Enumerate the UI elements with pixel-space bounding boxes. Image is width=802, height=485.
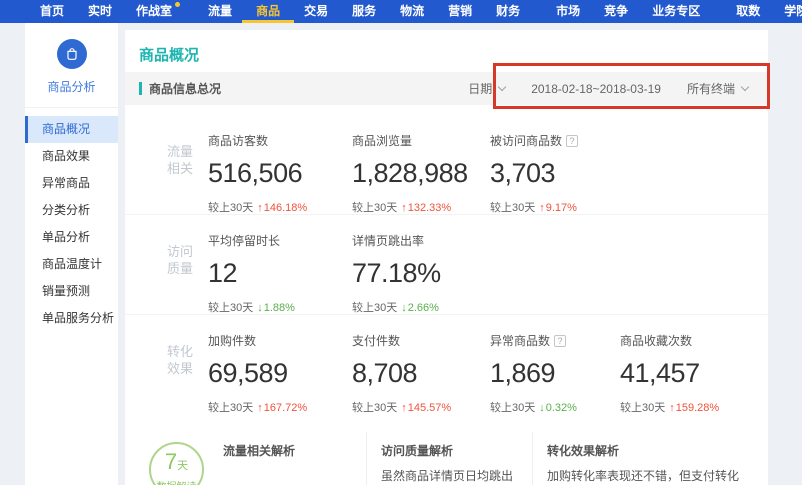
- date-range-picker[interactable]: 2018-02-18~2018-03-19: [531, 82, 661, 96]
- terminal-label: 所有终端: [687, 80, 735, 97]
- insights-section: 7天 数据解读 流量相关解析 访问质量解析 虽然商品详情页日均跳出率比同行平均好…: [125, 432, 768, 485]
- nav-item-finance[interactable]: 财务: [484, 0, 532, 23]
- down-arrow-icon: ↓: [401, 302, 407, 314]
- insight-visit-quality: 访问质量解析 虽然商品详情页日均跳出率比同行平均好，但平均停留时间低于同行平均，…: [366, 432, 532, 485]
- nav-item-war-room[interactable]: 作战室: [124, 0, 184, 23]
- active-tab-underline: [242, 20, 294, 23]
- nav-item-traffic[interactable]: 流量: [196, 0, 244, 23]
- nav-item-product[interactable]: 商品: [244, 0, 292, 23]
- sidebar-item-abnormal-products[interactable]: 异常商品: [25, 170, 118, 197]
- up-arrow-icon: ↑: [539, 202, 545, 214]
- metric-value: 1,828,988: [352, 158, 477, 189]
- metric-value: 3,703: [490, 158, 607, 189]
- section-tick-marker: [139, 82, 142, 95]
- sidebar-item-product-effect[interactable]: 商品效果: [25, 143, 118, 170]
- section-title: 商品信息总况: [149, 80, 221, 97]
- insight-title: 访问质量解析: [381, 442, 520, 459]
- metric-value: 1,869: [490, 358, 607, 389]
- sidebar-section-title: 商品分析: [25, 78, 118, 95]
- top-nav: 首页 实时 作战室 流量 商品 交易 服务 物流 营销 财务 市场 竞争 业务专…: [0, 0, 802, 23]
- insight-title: 转化效果解析: [547, 442, 742, 459]
- sidebar-menu: 商品概况 商品效果 异常商品 分类分析 单品分析 商品温度计 销量预测 单品服务…: [25, 116, 118, 332]
- nav-item-academy[interactable]: 学院: [772, 0, 802, 23]
- shopping-bag-icon: [57, 39, 87, 69]
- metric-value: 12: [208, 258, 339, 289]
- nav-item-realtime[interactable]: 实时: [76, 0, 124, 23]
- metric-value: 69,589: [208, 358, 339, 389]
- chevron-down-icon: [498, 83, 506, 91]
- nav-item-marketing[interactable]: 营销: [436, 0, 484, 23]
- metric-abnormal-products: 异常商品数? 1,869 较上30天↓0.32%: [490, 315, 607, 420]
- metric-detail-bounce-rate: 详情页跳出率 77.18% 较上30天↓2.66%: [352, 215, 477, 314]
- metric-product-visitors: 商品访客数 516,506 较上30天↑146.18%: [208, 115, 339, 214]
- page-title: 商品概况: [125, 30, 768, 72]
- section-header-bar: 商品信息总况 日期 2018-02-18~2018-03-19 所有终端: [125, 72, 768, 105]
- metric-row-conversion: 转化效果 加购件数 69,589 较上30天↑167.72% 支付件数 8,70…: [125, 315, 768, 420]
- terminal-dropdown[interactable]: 所有终端: [687, 80, 748, 97]
- metric-value: 8,708: [352, 358, 477, 389]
- chevron-down-icon: [741, 83, 749, 91]
- sidebar-item-single-product-analysis[interactable]: 单品分析: [25, 224, 118, 251]
- metric-value: 516,506: [208, 158, 339, 189]
- nav-item-trade[interactable]: 交易: [292, 0, 340, 23]
- nav-item-label: 商品: [256, 4, 280, 18]
- insight-conversion: 转化效果解析 加购转化率表现还不错，但支付转化率低于同行平均，赶快到异常商品并结…: [532, 432, 754, 485]
- insight-traffic: 流量相关解析: [209, 432, 366, 485]
- insight-title: 流量相关解析: [223, 442, 354, 459]
- sidebar-item-sales-forecast[interactable]: 销量预测: [25, 278, 118, 305]
- metric-value: 41,457: [620, 358, 755, 389]
- nav-item-data-fetch[interactable]: 取数: [724, 0, 772, 23]
- date-type-dropdown[interactable]: 日期: [468, 80, 505, 97]
- down-arrow-icon: ↓: [257, 302, 263, 314]
- metric-cart-adds: 加购件数 69,589 较上30天↑167.72%: [208, 315, 339, 420]
- up-arrow-icon: ↑: [257, 402, 263, 414]
- sidebar-item-product-service-analysis[interactable]: 单品服务分析: [25, 305, 118, 332]
- help-icon[interactable]: ?: [554, 335, 566, 347]
- up-arrow-icon: ↑: [401, 402, 407, 414]
- metric-rows: 流量相关 商品访客数 516,506 较上30天↑146.18% 商品浏览量 1…: [125, 115, 768, 420]
- filter-group: 日期 2018-02-18~2018-03-19 所有终端: [468, 80, 748, 97]
- main-content: 商品概况 商品信息总况 日期 2018-02-18~2018-03-19 所有终…: [125, 30, 768, 485]
- sidebar-item-product-overview[interactable]: 商品概况: [25, 116, 118, 143]
- down-arrow-icon: ↓: [539, 402, 545, 414]
- nav-item-logistics[interactable]: 物流: [388, 0, 436, 23]
- metric-value: 77.18%: [352, 258, 477, 289]
- metric-row-visit-quality: 访问质量 平均停留时长 12 较上30天↓1.88% 详情页跳出率 77.18%…: [125, 215, 768, 315]
- group-label: 转化效果: [165, 343, 195, 420]
- metric-row-traffic: 流量相关 商品访客数 516,506 较上30天↑146.18% 商品浏览量 1…: [125, 115, 768, 215]
- group-label: 流量相关: [165, 143, 195, 214]
- seven-day-badge: 7天 数据解读: [149, 442, 204, 485]
- insight-body: 虽然商品详情页日均跳出率比同行平均好，但平均停留时间低于同行平均，请关注页面搭建…: [381, 468, 520, 485]
- sidebar: 商品分析 商品概况 商品效果 异常商品 分类分析 单品分析 商品温度计 销量预测…: [25, 23, 118, 485]
- metric-paid-items: 支付件数 8,708 较上30天↑145.57%: [352, 315, 477, 420]
- help-icon[interactable]: ?: [566, 135, 578, 147]
- sidebar-header: 商品分析: [25, 23, 118, 108]
- up-arrow-icon: ↑: [257, 202, 263, 214]
- metric-favorites: 商品收藏次数 41,457 较上30天↑159.28%: [620, 315, 755, 420]
- group-label: 访问质量: [165, 243, 195, 314]
- nav-item-home[interactable]: 首页: [28, 0, 76, 23]
- nav-item-business-zone[interactable]: 业务专区: [640, 0, 712, 23]
- notification-dot-icon: [175, 2, 180, 7]
- nav-item-service[interactable]: 服务: [340, 0, 388, 23]
- metric-product-views: 商品浏览量 1,828,988 较上30天↑132.33%: [352, 115, 477, 214]
- sidebar-item-product-thermometer[interactable]: 商品温度计: [25, 251, 118, 278]
- sidebar-item-category-analysis[interactable]: 分类分析: [25, 197, 118, 224]
- insight-body: 加购转化率表现还不错，但支付转化率低于同行平均，赶快到异常商品并结合使用商品温度…: [547, 468, 742, 485]
- up-arrow-icon: ↑: [669, 402, 675, 414]
- metric-avg-stay-time: 平均停留时长 12 较上30天↓1.88%: [208, 215, 339, 314]
- metric-visited-products: 被访问商品数? 3,703 较上30天↑9.17%: [490, 115, 607, 214]
- nav-item-market[interactable]: 市场: [544, 0, 592, 23]
- up-arrow-icon: ↑: [401, 202, 407, 214]
- date-type-label: 日期: [468, 80, 492, 97]
- nav-item-competition[interactable]: 竞争: [592, 0, 640, 23]
- nav-item-label: 作战室: [136, 4, 172, 18]
